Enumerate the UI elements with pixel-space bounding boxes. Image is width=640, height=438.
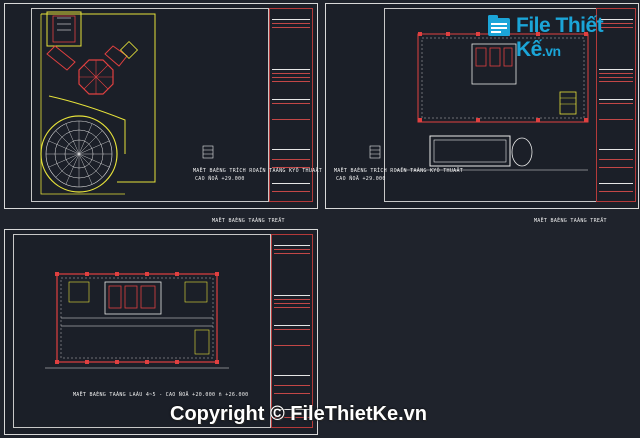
- sheet-a-plan-drawing: [40, 11, 214, 195]
- sheet-a-title: MAËT BAÈNG TAÀNG TREÄT: [212, 218, 285, 224]
- copyright-watermark: Copyright © FileThietKe.vn: [170, 403, 427, 425]
- site-logo: File Thiết Kế.vn: [486, 8, 636, 61]
- sheet-b-caption-line2: CAO ÑOÄ +29.000: [336, 176, 386, 182]
- sheet-a-caption-line1: MAËT BAÈNG TRÍCH ROAÏN TAÀNG KYÕ THUAÄT: [193, 168, 323, 174]
- sheet-b-caption-line1: MAËT BAÈNG TRÍCH ROAÏN TAÀNG KYÕ THUAÄT: [334, 168, 464, 174]
- cad-canvas[interactable]: MAËT BAÈNG TRÍCH ROAÏN TAÀNG KYÕ THUAÄT …: [0, 0, 640, 438]
- logo-folder-icon: [488, 15, 510, 36]
- sheet-c-caption: MAËT BAÈNG TAÀNG LAÀU 4~5 - CAO ÑOÄ +20.…: [73, 392, 249, 398]
- logo-suffix: .vn: [541, 43, 561, 59]
- drawing-sheet-a[interactable]: MAËT BAÈNG TRÍCH ROAÏN TAÀNG KYÕ THUAÄT …: [4, 3, 322, 209]
- sheet-a-caption-line2: CAO ÑOÄ +29.000: [195, 176, 245, 182]
- sheet-b-title: MAËT BAÈNG TAÀNG TREÄT: [534, 218, 607, 224]
